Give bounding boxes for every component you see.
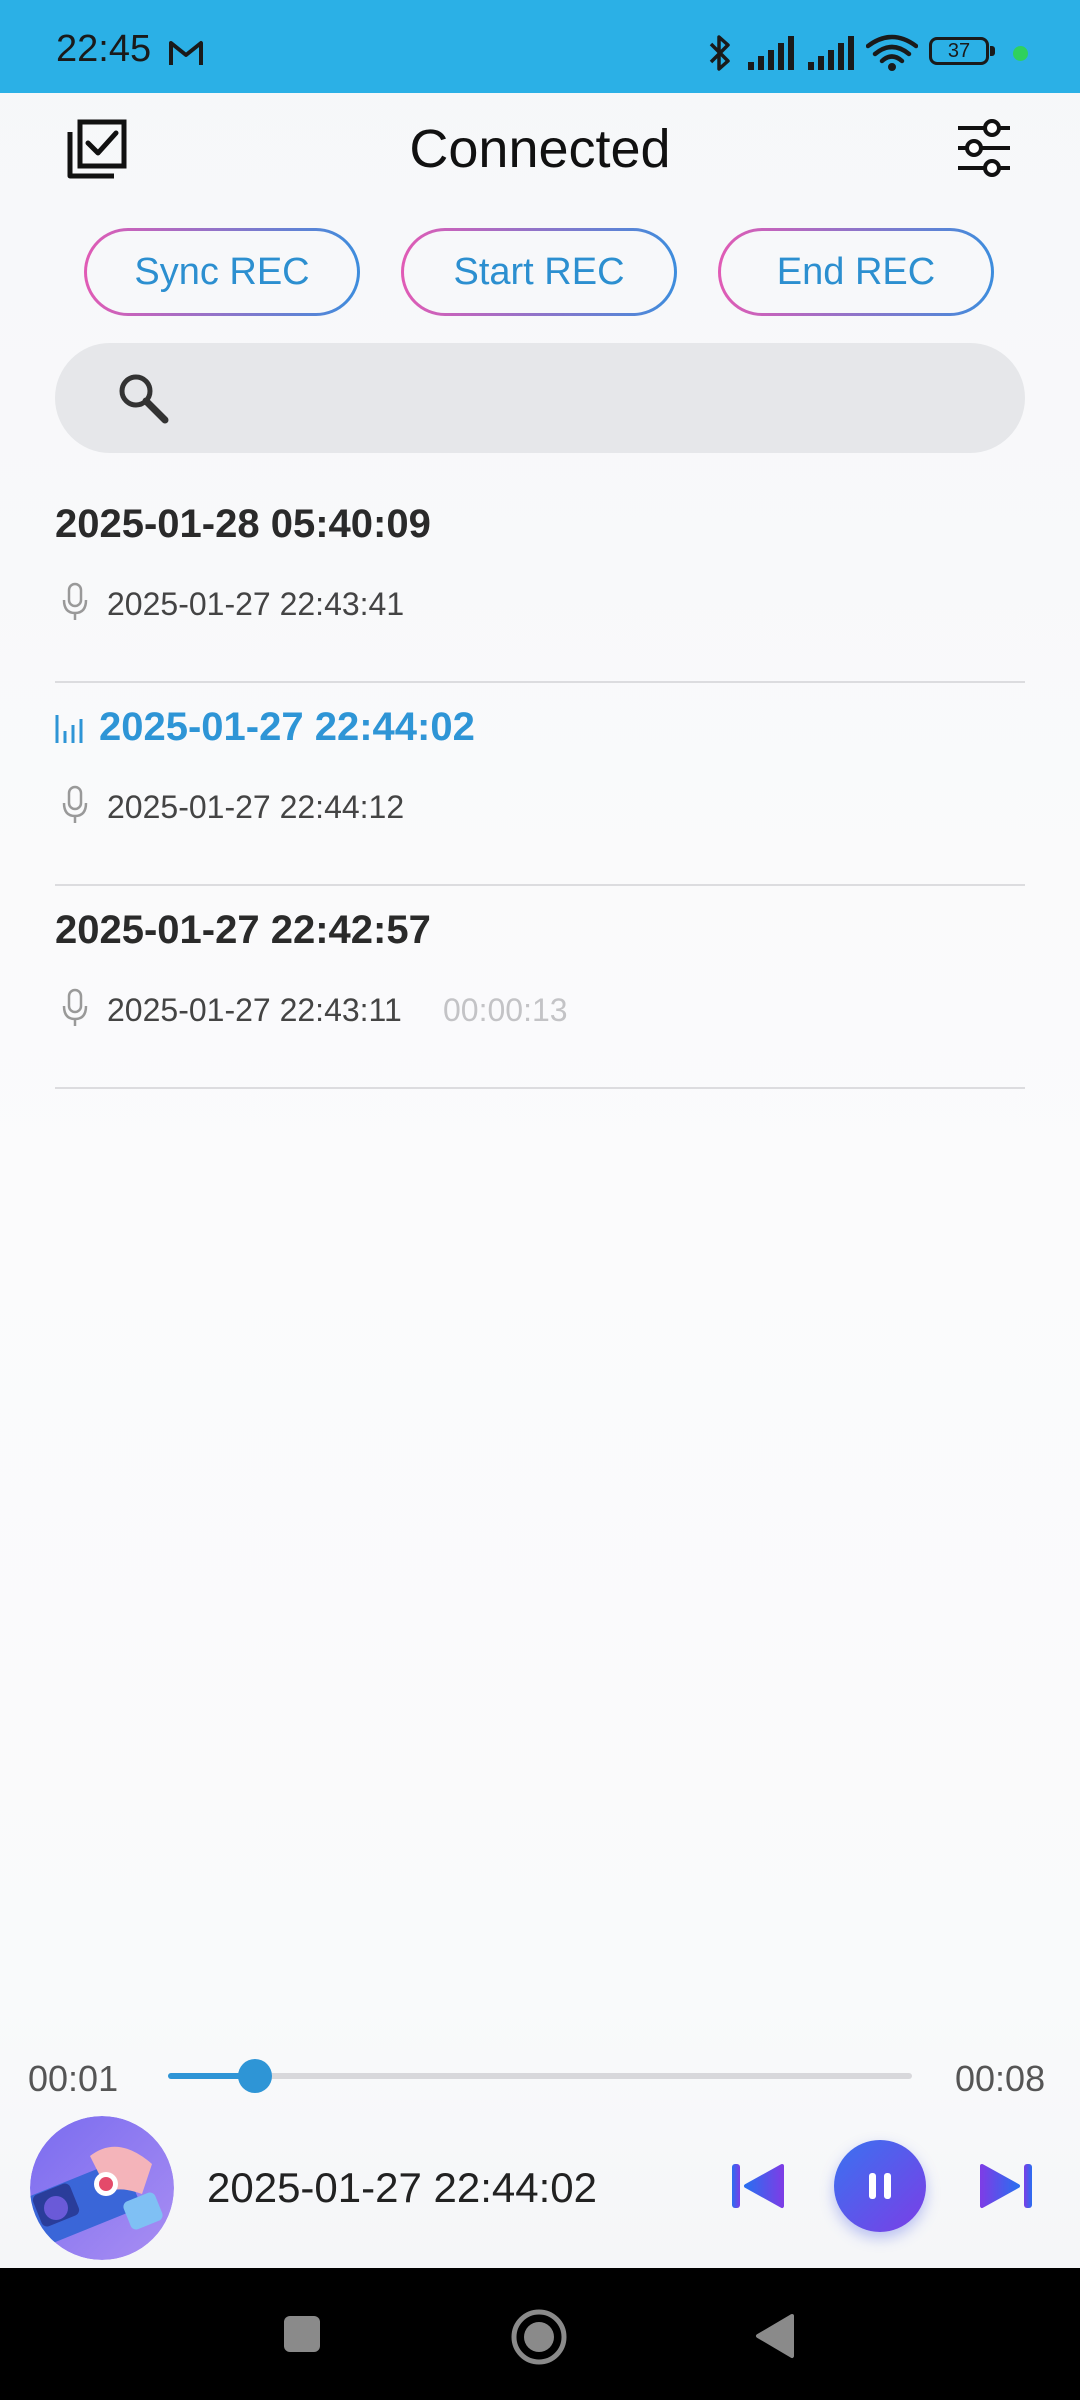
back-icon[interactable] xyxy=(752,2312,796,2365)
playing-bars-icon xyxy=(55,713,87,750)
status-time: 22:45 xyxy=(56,28,152,70)
page-title: Connected xyxy=(409,119,671,179)
pause-button[interactable] xyxy=(834,2140,926,2232)
mic-icon xyxy=(61,785,89,830)
next-track-icon[interactable] xyxy=(974,2160,1036,2212)
recording-title: 2025-01-27 22:42:57 xyxy=(55,908,431,952)
end-rec-button[interactable]: End REC xyxy=(718,228,994,316)
sync-rec-label: Sync REC xyxy=(87,231,357,313)
bluetooth-icon xyxy=(706,33,734,78)
recording-item-active[interactable]: 2025-01-27 22:44:02 2025-01-27 22:44:12 xyxy=(55,683,1025,886)
status-bar: 22:45 37 xyxy=(0,0,1080,93)
system-nav-bar xyxy=(0,2268,1080,2400)
recording-title: 2025-01-28 05:40:09 xyxy=(55,502,431,546)
player-current-time: 00:01 xyxy=(28,2058,119,2099)
recording-item[interactable]: 2025-01-28 05:40:09 2025-01-27 22:43:41 xyxy=(55,480,1025,683)
search-icon xyxy=(115,370,171,431)
search-bar[interactable] xyxy=(55,343,1025,455)
sync-rec-button[interactable]: Sync REC xyxy=(84,228,360,316)
signal-icon xyxy=(808,36,856,75)
recording-date: 2025-01-27 22:43:41 xyxy=(107,586,405,622)
wifi-icon xyxy=(865,34,919,77)
recording-title: 2025-01-27 22:44:02 xyxy=(99,705,475,749)
pause-icon xyxy=(869,2173,891,2199)
recording-date: 2025-01-27 22:44:12 xyxy=(107,789,405,825)
status-dot xyxy=(1013,46,1028,61)
player-total-time: 00:08 xyxy=(955,2058,1046,2099)
end-rec-label: End REC xyxy=(721,231,991,313)
mic-icon xyxy=(61,988,89,1033)
recents-icon[interactable] xyxy=(282,2314,322,2359)
battery-tip xyxy=(990,46,995,56)
previous-track-icon[interactable] xyxy=(728,2160,790,2212)
player-track-title: 2025-01-27 22:44:02 xyxy=(207,2164,597,2211)
recording-date: 2025-01-27 22:43:11 xyxy=(107,992,402,1028)
search-input[interactable] xyxy=(185,343,989,455)
battery-icon: 37 xyxy=(929,37,989,65)
start-rec-button[interactable]: Start REC xyxy=(401,228,677,316)
mail-icon xyxy=(168,38,204,73)
recording-duration: 00:00:13 xyxy=(443,992,568,1028)
filter-settings-icon[interactable] xyxy=(954,118,1014,178)
signal-icon xyxy=(748,36,796,75)
album-art[interactable] xyxy=(30,2116,174,2260)
player-progress-thumb[interactable] xyxy=(238,2059,273,2093)
player-progress-bar[interactable] xyxy=(168,2059,912,2093)
mic-icon xyxy=(61,582,89,627)
recording-item[interactable]: 2025-01-27 22:42:57 2025-01-27 22:43:11 … xyxy=(55,886,1025,1089)
home-icon[interactable] xyxy=(510,2308,568,2371)
start-rec-label: Start REC xyxy=(404,231,674,313)
